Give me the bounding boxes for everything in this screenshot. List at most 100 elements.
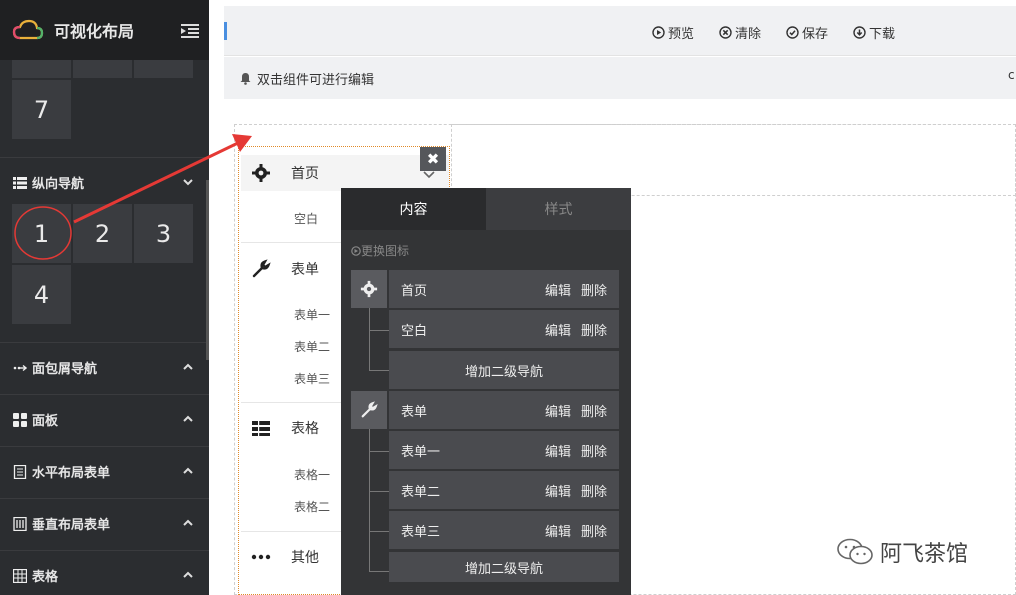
vertical-nav-header[interactable]: 纵向导航 [0,157,209,207]
chevron-up-icon [183,415,193,422]
vertical-nav-cell-4[interactable]: 4 [12,265,71,324]
vnav-label: 表格 [291,421,319,437]
panel-grid-icon [13,412,27,427]
edit-link[interactable]: 编辑 [545,481,571,500]
grid-cell[interactable] [12,60,71,78]
add-secondary-nav-button[interactable]: 增加二级导航 [389,351,619,389]
logo-bar: 可视化布局 [0,0,209,60]
tab-content[interactable]: 内容 [341,188,486,230]
edit-link[interactable]: 编辑 [545,320,571,339]
vertical-nav-cell-2[interactable]: 2 [73,204,132,263]
preview-button[interactable]: 预览 [652,23,694,42]
vnav-sub-item[interactable]: 表单三 [294,370,330,387]
gear-icon [360,280,378,298]
download-circle-icon [853,26,866,39]
tree-line [369,330,389,331]
vertical-nav-cell-1[interactable]: 1 [12,204,71,263]
delete-link[interactable]: 删除 [581,441,607,460]
close-component-button[interactable]: ✖ [420,147,446,171]
check-circle-icon [786,26,799,39]
tab-style[interactable]: 样式 [486,188,631,230]
section-label: 面包屑导航 [32,362,98,377]
delete-link[interactable]: 删除 [581,481,607,500]
tree-line [369,451,389,452]
nav-row-sub: 表单一 编辑 删除 [389,431,619,469]
breadcrumb-nav-header[interactable]: 面包屑导航 [0,342,209,392]
download-button[interactable]: 下载 [853,23,895,42]
nav-row-sub: 空白 编辑 删除 [389,310,619,348]
vnav-sub-item[interactable]: 表格二 [294,498,330,515]
download-label: 下载 [869,27,896,42]
save-button[interactable]: 保存 [786,23,828,42]
nav-row-sub: 表单三 编辑 删除 [389,511,619,549]
vertical-form-icon [13,516,27,531]
app-title: 可视化布局 [54,22,135,41]
grid-cell[interactable] [73,60,132,78]
edit-link[interactable]: 编辑 [545,521,571,540]
chevron-down-icon [423,171,435,179]
clear-button[interactable]: 清除 [719,23,761,42]
vertical-nav-cell-3[interactable]: 3 [134,204,193,263]
grid-stub-row [12,60,193,78]
row-label: 表单 [401,404,428,420]
change-icon-link[interactable]: 更换图标 [351,242,409,259]
hint-text: 双击组件可进行编辑 [257,72,375,88]
delete-link[interactable]: 删除 [581,280,607,299]
vnav-item-home[interactable]: 首页 [241,155,449,191]
chevron-up-icon [183,519,193,526]
table-icon [13,568,27,583]
edit-link[interactable]: 编辑 [545,280,571,299]
vnav-label: 其他 [291,550,319,566]
breadcrumb-icon [13,364,27,371]
row-label: 表单三 [401,524,441,540]
edit-link[interactable]: 编辑 [545,441,571,460]
table-nav-header[interactable]: 表格 [0,550,209,595]
row-label: 表单二 [401,484,441,500]
cloud-logo-icon [12,19,44,40]
vertical-form-nav-header[interactable]: 垂直布局表单 [0,498,209,548]
panel-nav-header[interactable]: 面板 [0,394,209,444]
sidebar: 可视化布局 7 纵向导航 1 2 3 4 面包屑导航 面板 水平布局表单 垂直布… [0,0,209,595]
vertical-nav-grid-row: 4 [12,265,71,324]
grid-cell-7[interactable]: 7 [12,80,71,139]
sidebar-scrollbar[interactable] [206,180,209,360]
section-label: 水平布局表单 [32,466,111,481]
grid-cell[interactable] [134,60,193,78]
vnav-sub-item[interactable]: 表单二 [294,338,330,355]
list-icon [13,176,27,189]
menu-collapse-icon[interactable] [181,24,199,38]
horizontal-form-nav-header[interactable]: 水平布局表单 [0,446,209,496]
nav-row-sub: 表单二 编辑 删除 [389,471,619,509]
gear-icon-button[interactable] [351,270,387,308]
toolbar-accent [224,22,227,40]
watermark-text: 阿飞茶馆 [880,542,969,567]
delete-link[interactable]: 删除 [581,521,607,540]
tree-line [369,370,389,371]
watermark: 阿飞茶馆 [836,536,968,568]
tree-line [369,571,389,572]
delete-link[interactable]: 删除 [581,320,607,339]
play-circle-icon [652,26,665,39]
wrench-icon-button[interactable] [351,391,387,429]
delete-link[interactable]: 删除 [581,401,607,420]
section-label: 垂直布局表单 [32,518,111,533]
layout-column-outline [451,124,1016,196]
ellipsis-icon [251,554,271,560]
save-label: 保存 [802,27,829,42]
vnav-sub-item[interactable]: 表格一 [294,466,330,483]
bell-icon [240,72,251,85]
nav-row-home: 首页 编辑 删除 [389,270,619,308]
section-label: 表格 [32,570,59,585]
edit-link[interactable]: 编辑 [545,401,571,420]
vnav-sub-item[interactable]: 空白 [294,210,318,227]
add-secondary-nav-button[interactable]: 增加二级导航 [389,552,619,582]
vnav-sub-item[interactable]: 表单一 [294,306,330,323]
vnav-label: 表单 [291,262,319,278]
arrow-circle-icon [351,245,361,256]
change-icon-label: 更换图标 [361,244,410,258]
wrench-icon [252,259,271,278]
vnav-label: 首页 [291,166,319,182]
tree-line [369,308,370,370]
chevron-up-icon [183,363,193,370]
vertical-nav-grid-row: 1 2 3 [12,204,193,263]
